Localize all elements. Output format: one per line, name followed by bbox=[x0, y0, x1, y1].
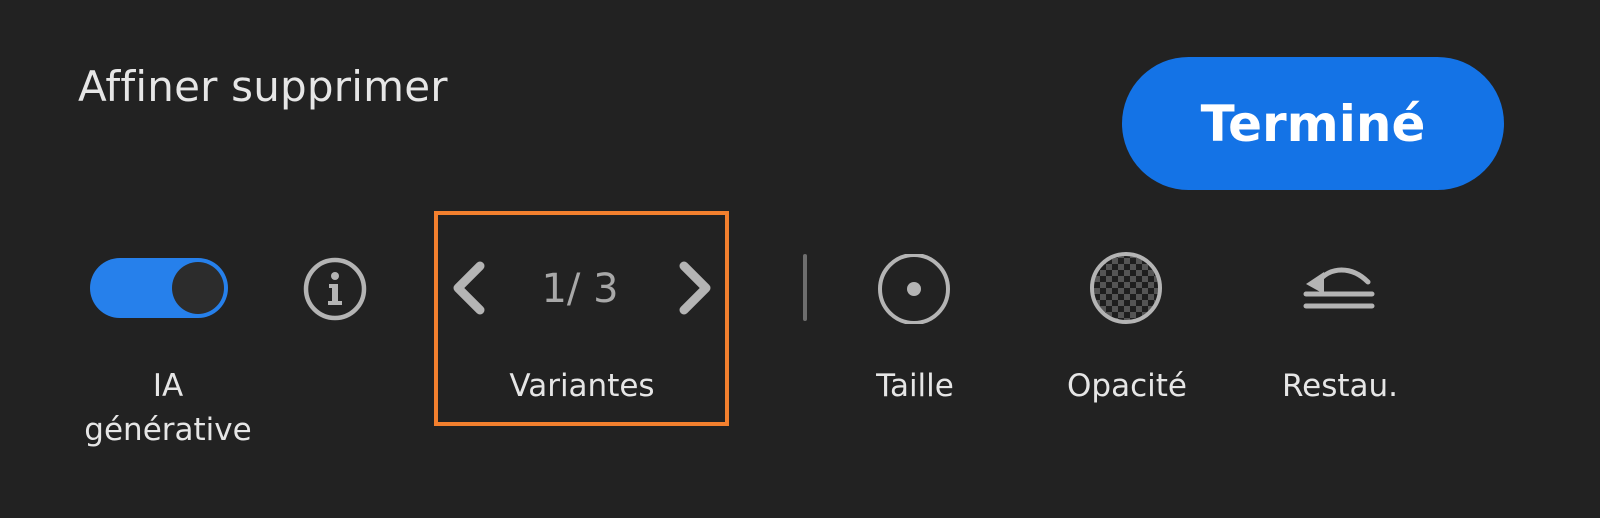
size-label: Taille bbox=[876, 368, 954, 404]
done-button[interactable]: Terminé bbox=[1122, 57, 1504, 190]
toolbar-divider bbox=[803, 254, 807, 321]
generative-ai-toggle[interactable] bbox=[90, 258, 228, 318]
opacity-button[interactable] bbox=[1088, 252, 1164, 324]
variants-label: Variantes bbox=[509, 368, 655, 404]
checkerboard-opacity-icon bbox=[1090, 252, 1162, 324]
generative-ai-label-line2: générative bbox=[84, 412, 252, 448]
size-button[interactable] bbox=[876, 254, 952, 324]
chevron-left-icon bbox=[453, 261, 485, 315]
previous-variant-button[interactable] bbox=[446, 258, 492, 318]
restore-undo-icon bbox=[1303, 267, 1375, 309]
toggle-knob bbox=[172, 262, 224, 314]
generative-ai-label-line1: IA bbox=[152, 368, 184, 404]
opacity-label: Opacité bbox=[1067, 368, 1187, 404]
size-circle-icon bbox=[878, 254, 950, 324]
info-icon bbox=[303, 257, 367, 321]
panel-title: Affiner supprimer bbox=[78, 62, 448, 111]
generative-ai-label: IA générative bbox=[78, 364, 258, 452]
variant-counter: 1/ 3 bbox=[541, 266, 619, 312]
info-button[interactable] bbox=[302, 256, 368, 322]
next-variant-button[interactable] bbox=[672, 258, 718, 318]
restore-label: Restau. bbox=[1281, 368, 1399, 404]
refine-remove-panel: Affiner supprimer Terminé IA générative … bbox=[0, 0, 1600, 518]
restore-button[interactable] bbox=[1300, 258, 1380, 318]
chevron-right-icon bbox=[679, 261, 711, 315]
